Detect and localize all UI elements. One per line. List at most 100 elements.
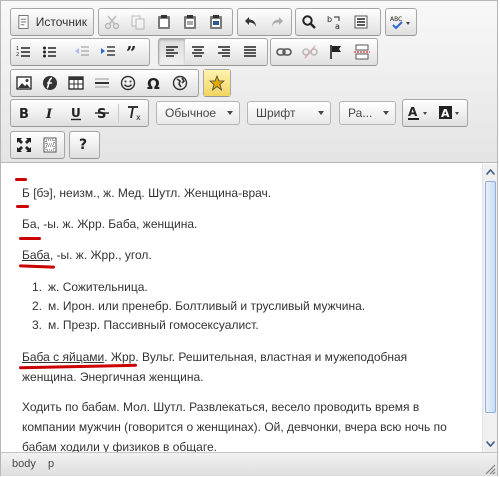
iframe-button[interactable]: [167, 70, 193, 96]
bold-button[interactable]: B: [11, 100, 37, 126]
copy-icon: [131, 15, 145, 30]
justify-icon: [244, 46, 256, 57]
undo-group: [237, 8, 292, 36]
unlink-icon: [302, 45, 318, 59]
vertical-scrollbar[interactable]: [482, 164, 497, 452]
justify-button[interactable]: [237, 39, 263, 65]
smiley-button[interactable]: [115, 70, 141, 96]
scroll-up-button[interactable]: [483, 164, 498, 179]
paragraph-5: Ходить по бабам. Мол. Шутл. Развлекаться…: [22, 400, 447, 452]
undo-button[interactable]: [238, 9, 264, 35]
indent-button[interactable]: [95, 39, 121, 65]
blockquote-button[interactable]: ”: [121, 39, 147, 65]
outdent-button[interactable]: [69, 39, 95, 65]
align-right-button[interactable]: [211, 39, 237, 65]
link-button[interactable]: [271, 39, 297, 65]
show-blocks-button[interactable]: [37, 132, 63, 158]
numbered-list: 1. ж. Сожительница. 2. м. Ирон. или пренеб…: [22, 278, 365, 335]
select-all-button[interactable]: [348, 9, 374, 35]
size-combo[interactable]: Ра...: [339, 101, 396, 125]
smiley-icon: [120, 75, 136, 91]
source-label: Источник: [35, 15, 87, 29]
insert-group: Ω: [10, 69, 199, 97]
italic-button[interactable]: I: [37, 100, 63, 126]
style-combo[interactable]: Обычное: [156, 101, 240, 125]
scroll-down-button[interactable]: [483, 436, 498, 451]
headword: Баба: [22, 248, 50, 262]
list-item: 1. ж. Сожительница.: [22, 278, 365, 297]
remove-format-button[interactable]: x: [122, 100, 148, 126]
paragraph-2: Ба, -ы. ж. Жрр. Баба, женщина.: [22, 214, 462, 234]
undo-icon: [245, 17, 256, 27]
background-color-icon: A: [439, 106, 459, 120]
plugin-group: [203, 69, 231, 97]
link-icon: [276, 48, 292, 56]
flash-button[interactable]: [37, 70, 63, 96]
numbered-list-icon: 1 2: [16, 46, 30, 58]
replace-button[interactable]: b a: [322, 9, 348, 35]
list-text: ж. Сожительница.: [48, 280, 148, 294]
svg-text:S: S: [97, 107, 106, 121]
special-char-button[interactable]: Ω: [141, 70, 167, 96]
text-color-button[interactable]: A: [403, 100, 435, 126]
table-button[interactable]: [63, 70, 89, 96]
paste-text-button[interactable]: [177, 9, 203, 35]
strike-button[interactable]: S: [89, 100, 115, 126]
scrollbar-thumb[interactable]: [485, 181, 496, 413]
numbered-list-button[interactable]: 1 2: [11, 39, 37, 65]
cut-button[interactable]: [99, 9, 125, 35]
list-number: 2.: [31, 299, 42, 313]
list-text: м. Ирон. или пренебр. Болтливый и трусли…: [48, 299, 366, 313]
spellcheck-icon: ABC: [390, 16, 410, 30]
source-button[interactable]: Источник: [11, 9, 93, 35]
redo-icon: [272, 17, 283, 27]
indent-icon: [101, 46, 115, 56]
path-item-p[interactable]: p: [48, 458, 54, 470]
page-break-button[interactable]: [349, 39, 375, 65]
redo-button[interactable]: [264, 9, 290, 35]
chevron-down-icon: [318, 111, 324, 115]
anchor-button[interactable]: [323, 39, 349, 65]
spellcheck-button[interactable]: ABC: [386, 9, 416, 35]
underline-button[interactable]: U: [63, 100, 89, 126]
globe-icon: [172, 75, 188, 91]
paste-button[interactable]: [151, 9, 177, 35]
list-number: 3.: [31, 318, 42, 332]
align-center-button[interactable]: [185, 39, 211, 65]
font-combo[interactable]: Шрифт: [247, 101, 331, 125]
paragraph-3: Баба, -ы. ж. Жрр., угол.: [22, 245, 462, 265]
resize-grip-icon[interactable]: [484, 463, 496, 475]
quote-icon: ”: [126, 44, 136, 60]
paste-text-icon: [184, 15, 196, 29]
bg-color-button[interactable]: A: [435, 100, 467, 126]
list-text: м. Презр. Пассивный гомосексуалист.: [48, 318, 259, 332]
italic-icon: I: [45, 107, 53, 121]
find-button[interactable]: [296, 9, 322, 35]
svg-text:a: a: [335, 22, 340, 30]
bulleted-list-button[interactable]: [37, 39, 63, 65]
lists-group: 1 2 ”: [10, 38, 150, 66]
editing-area[interactable]: Б [бэ], неизм., ж. Мед. Шутл. Женщина-вр…: [2, 164, 482, 452]
path-item-body[interactable]: body: [12, 458, 36, 470]
svg-text:U: U: [71, 106, 81, 120]
plugin-button[interactable]: [204, 70, 230, 96]
copy-button[interactable]: [125, 9, 151, 35]
toolbar: Источник b a ABC 1 2 ” Ω B I U S x Обычн…: [1, 1, 497, 163]
headword: Баба с яйцами: [22, 350, 105, 364]
image-button[interactable]: [11, 70, 37, 96]
svg-text:A: A: [408, 105, 418, 119]
list-item: 2. м. Ирон. или пренебр. Болтливый и трус…: [22, 297, 365, 316]
red-underline-mark: [16, 205, 29, 208]
font-combo-value: Шрифт: [256, 106, 296, 120]
help-group: ?: [69, 131, 100, 159]
maximize-button[interactable]: [11, 132, 37, 158]
paste-word-button[interactable]: [203, 9, 229, 35]
help-button[interactable]: ?: [70, 132, 96, 158]
unlink-button[interactable]: [297, 39, 323, 65]
omega-icon: Ω: [147, 75, 160, 91]
style-combo-value: Обычное: [165, 106, 217, 120]
align-left-button[interactable]: [159, 39, 185, 65]
search-icon: [302, 15, 316, 29]
align-left-icon: [166, 46, 178, 57]
horizontal-rule-button[interactable]: [89, 70, 115, 96]
